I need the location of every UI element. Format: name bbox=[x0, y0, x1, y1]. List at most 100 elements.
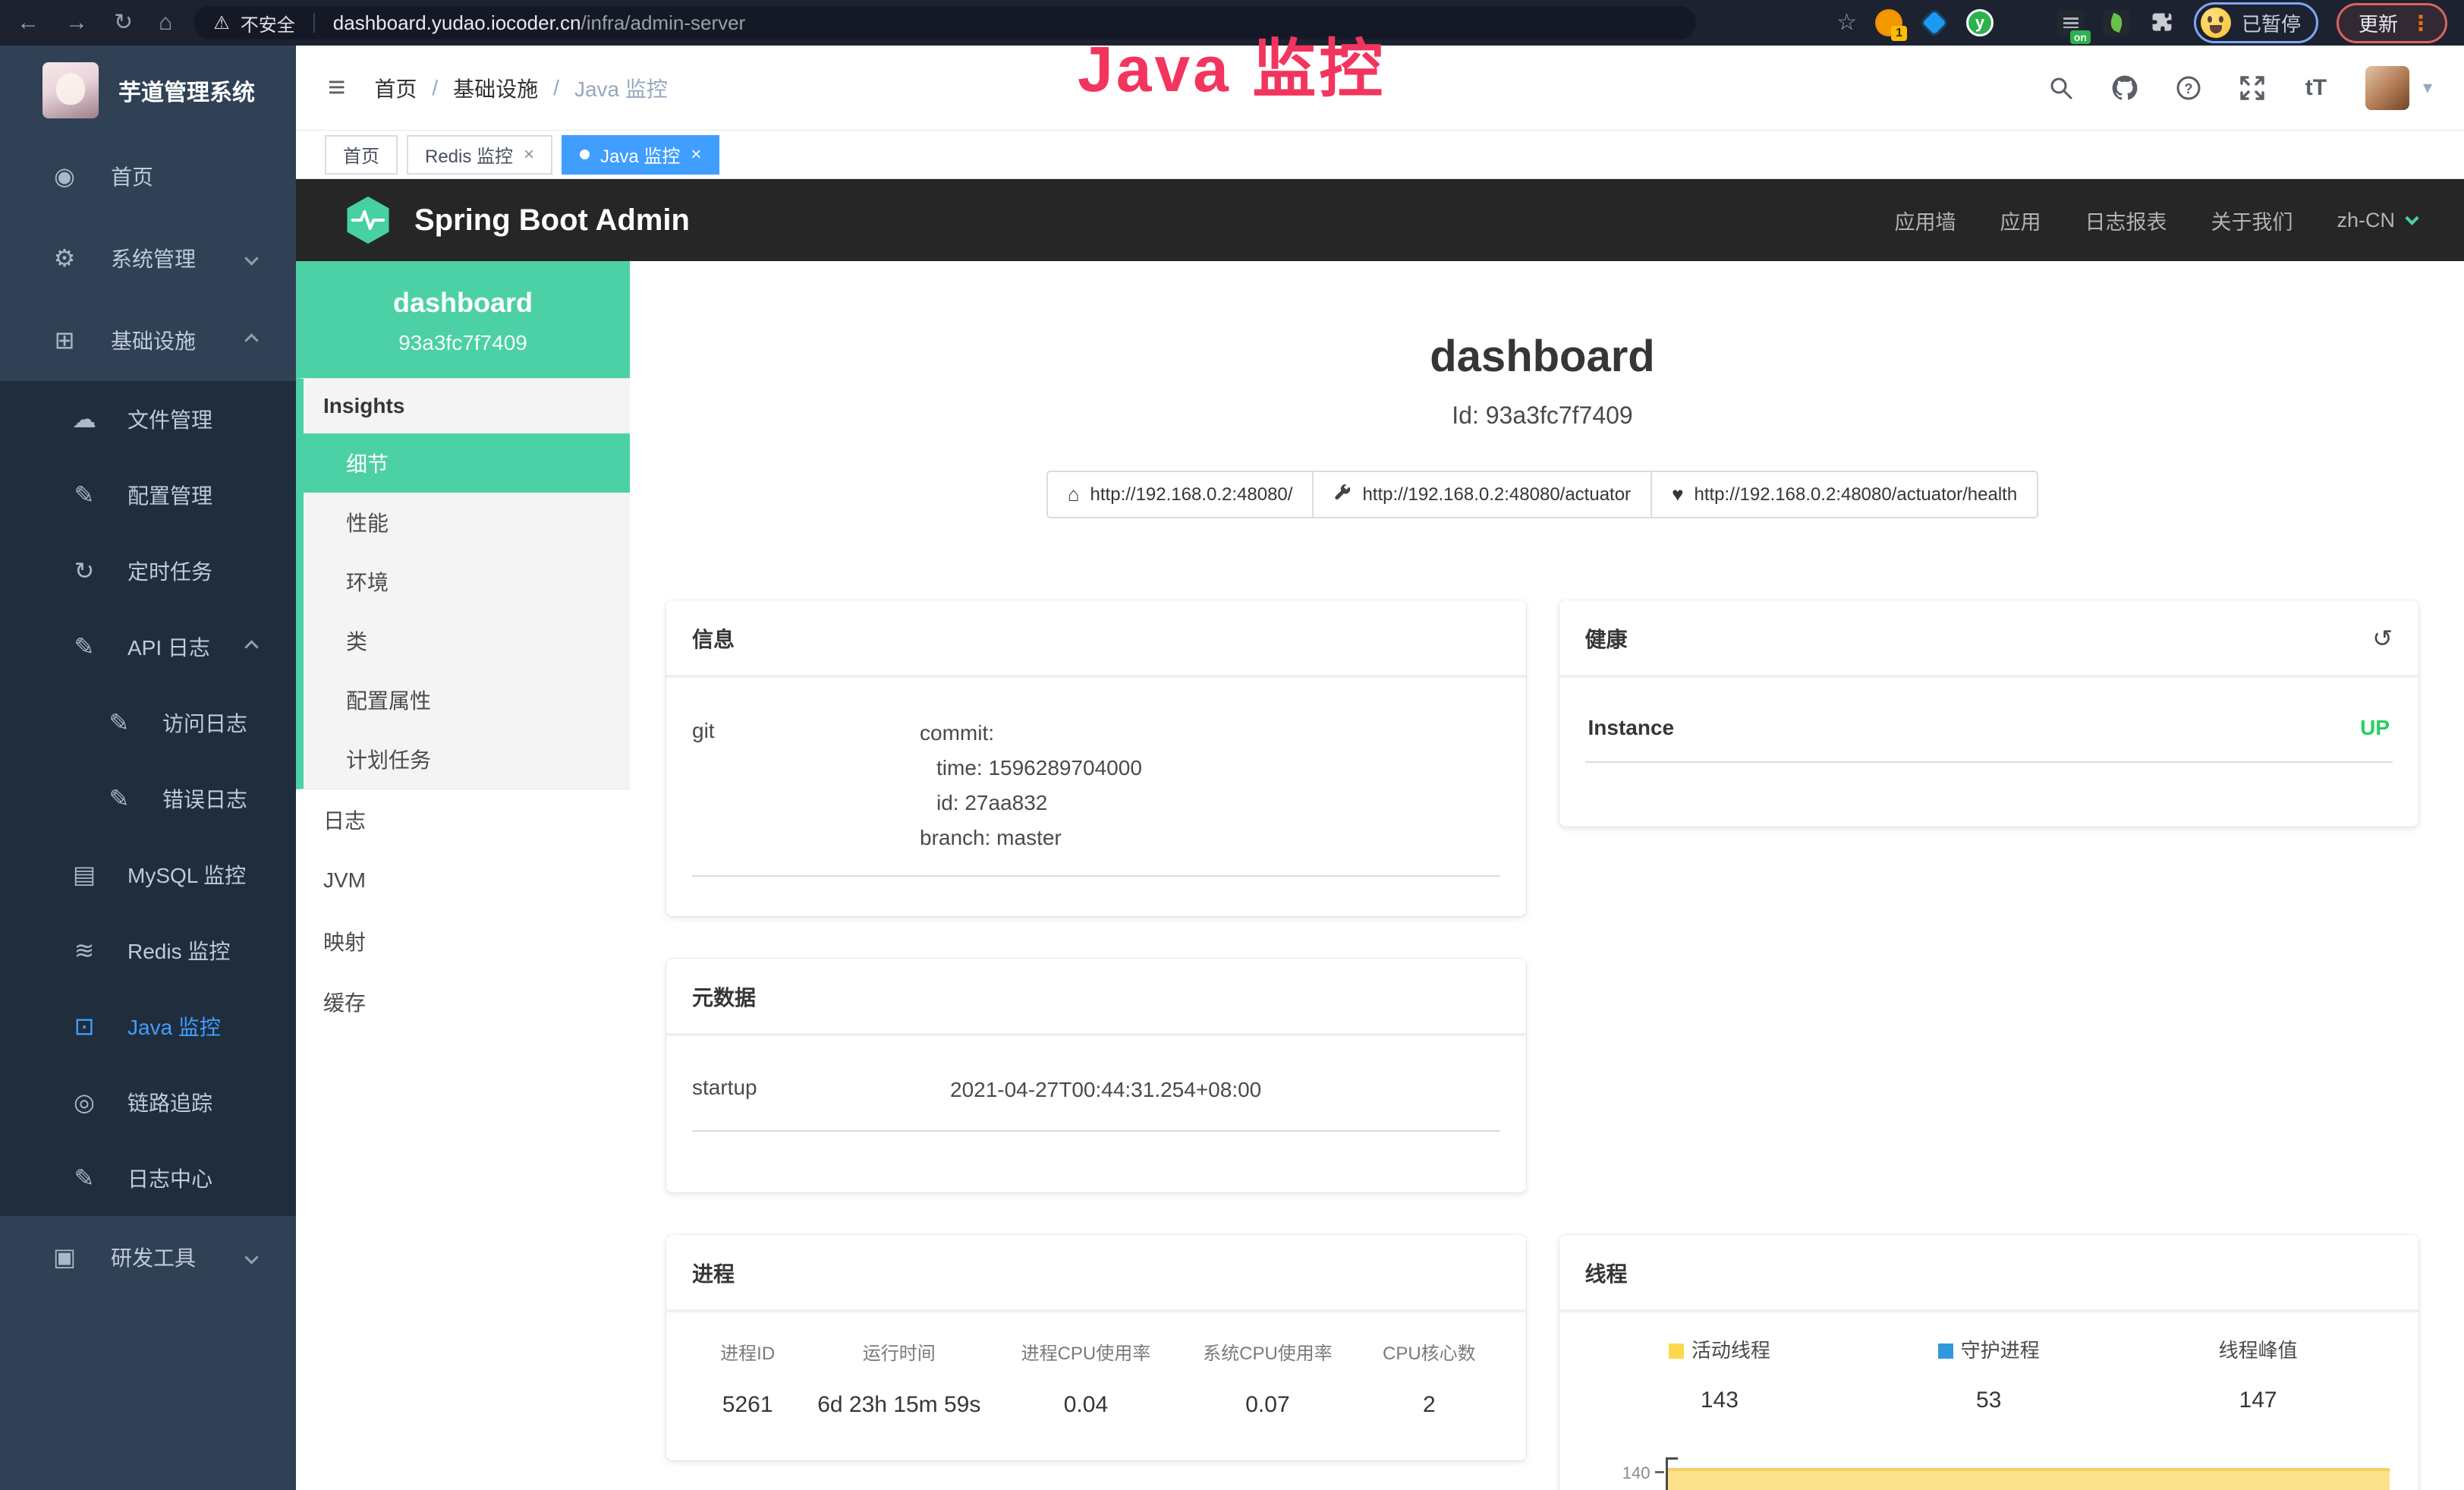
breadcrumb-current: Java 监控 bbox=[574, 73, 668, 103]
instance-menu-jvm[interactable]: JVM bbox=[296, 850, 630, 911]
note-edit-icon: ✎ bbox=[105, 708, 134, 737]
sidebar-item-home[interactable]: ◉ 首页 bbox=[0, 135, 296, 217]
fullscreen-icon[interactable] bbox=[2238, 74, 2267, 102]
url-path: /infra/admin-server bbox=[581, 11, 745, 34]
annotation-java-monitor: Java 监控 bbox=[1078, 18, 1386, 110]
instance-menu-logging[interactable]: 日志 bbox=[296, 789, 630, 850]
info-key: git bbox=[692, 716, 920, 855]
back-icon[interactable]: ← bbox=[17, 11, 39, 34]
git-commit-line: commit: bbox=[920, 716, 1142, 751]
health-row-instance[interactable]: Instance UP bbox=[1585, 708, 2393, 763]
sba-nav-applications[interactable]: 应用 bbox=[2000, 206, 2041, 235]
extension-icon-leaf[interactable] bbox=[2103, 9, 2130, 36]
extension-icon-switch[interactable]: on bbox=[2057, 9, 2085, 36]
instance-menu-scheduled-tasks[interactable]: 计划任务 bbox=[304, 729, 630, 789]
sidebar-item-system[interactable]: ⚙ 系统管理 bbox=[0, 217, 296, 299]
info-value: commit: time: 1596289704000 id: 27aa832 … bbox=[920, 716, 1142, 855]
extension-badge: 1 bbox=[1891, 26, 1907, 41]
profile-paused-label: 已暂停 bbox=[2242, 9, 2301, 37]
sidebar-item-devtools[interactable]: ▣ 研发工具 bbox=[0, 1216, 296, 1298]
instance-menu-env[interactable]: 环境 bbox=[304, 552, 630, 611]
health-url-button[interactable]: ♥ http://192.168.0.2:48080/actuator/heal… bbox=[1651, 471, 2038, 518]
sidebar-item-infra[interactable]: ⊞ 基础设施 bbox=[0, 299, 296, 381]
database-icon: ▤ bbox=[70, 860, 99, 889]
tab-redis-monitor[interactable]: Redis 监控 × bbox=[407, 135, 552, 175]
github-icon[interactable] bbox=[2110, 74, 2139, 102]
kebab-menu-icon[interactable]: ⋮ bbox=[2410, 11, 2431, 36]
url-divider bbox=[313, 13, 315, 33]
instance-menu-metrics[interactable]: 性能 bbox=[304, 493, 630, 552]
sidebar-item-mysql-monitor[interactable]: ▤ MySQL 监控 bbox=[0, 836, 296, 912]
home-icon[interactable]: ⌂ bbox=[159, 11, 172, 34]
search-icon[interactable] bbox=[2047, 74, 2075, 102]
process-col-process-cpu: 进程CPU使用率 bbox=[995, 1338, 1177, 1365]
browser-nav: ← → ↻ ⌂ bbox=[17, 11, 172, 34]
instance-menu-caches[interactable]: 缓存 bbox=[296, 972, 630, 1032]
url-bar[interactable]: ⚠ 不安全 dashboard.yudao.iocoder.cn/infra/a… bbox=[194, 6, 1696, 39]
chevron-up-icon bbox=[244, 640, 258, 654]
info-card-body: git commit: time: 1596289704000 id: 27aa… bbox=[666, 678, 1526, 916]
close-icon[interactable]: × bbox=[691, 144, 701, 165]
sba-nav-wallboard[interactable]: 应用墙 bbox=[1894, 206, 1956, 235]
edit-icon: ✎ bbox=[70, 480, 99, 509]
user-avatar[interactable] bbox=[2365, 66, 2409, 110]
cards-grid: 信息 git commit: time: 1596289704000 id: 2… bbox=[666, 600, 2418, 1490]
sidebar-item-trace[interactable]: ◎ 链路追踪 bbox=[0, 1064, 296, 1140]
sidebar-item-log-center[interactable]: ✎ 日志中心 bbox=[0, 1140, 296, 1216]
instance-id-line: Id: 93a3fc7f7409 bbox=[666, 402, 2418, 430]
breadcrumb-infra[interactable]: 基础设施 bbox=[453, 73, 538, 103]
sidebar-item-redis-monitor[interactable]: ≋ Redis 监控 bbox=[0, 912, 296, 988]
instance-menu-details[interactable]: 细节 bbox=[296, 433, 630, 493]
actuator-url-button[interactable]: http://192.168.0.2:48080/actuator bbox=[1312, 471, 1652, 518]
extensions-puzzle-icon[interactable] bbox=[2148, 9, 2176, 36]
instance-header[interactable]: dashboard 93a3fc7f7409 bbox=[296, 261, 630, 378]
eye-icon: ◎ bbox=[70, 1088, 99, 1117]
avatar-caret-icon[interactable]: ▾ bbox=[2423, 77, 2432, 99]
hamburger-icon[interactable]: ≡ bbox=[328, 71, 345, 105]
metadata-key: startup bbox=[692, 1073, 950, 1107]
card-title: 信息 bbox=[692, 623, 735, 654]
sba-nav-journal[interactable]: 日志报表 bbox=[2085, 206, 2167, 235]
sba-locale-select[interactable]: zh-CN bbox=[2337, 209, 2417, 232]
spring-boot-admin-header: Spring Boot Admin 应用墙 应用 日志报表 关于我们 zh-CN bbox=[296, 179, 2464, 261]
sidebar-item-access-log[interactable]: ✎ 访问日志 bbox=[0, 685, 296, 761]
reload-icon[interactable]: ↻ bbox=[114, 11, 133, 34]
legend-swatch-blue bbox=[1938, 1344, 1953, 1359]
sidebar-item-file-manage[interactable]: ☁ 文件管理 bbox=[0, 381, 296, 457]
service-url-button[interactable]: ⌂ http://192.168.0.2:48080/ bbox=[1046, 471, 1314, 518]
extension-icon-grid[interactable] bbox=[2012, 9, 2039, 36]
forward-icon[interactable]: → bbox=[65, 11, 88, 34]
spring-boot-admin-title[interactable]: Spring Boot Admin bbox=[414, 203, 690, 238]
spring-boot-admin-logo[interactable] bbox=[343, 195, 393, 245]
monitor-icon: ⊞ bbox=[50, 326, 79, 354]
help-icon[interactable]: ? bbox=[2174, 74, 2203, 102]
git-branch-line: branch: master bbox=[920, 821, 1142, 855]
sidebar-item-api-log[interactable]: ✎ API 日志 bbox=[0, 609, 296, 685]
sidebar-item-java-monitor[interactable]: ⊡ Java 监控 bbox=[0, 988, 296, 1064]
sba-nav-about[interactable]: 关于我们 bbox=[2211, 206, 2292, 235]
browser-profile-chip[interactable]: 已暂停 bbox=[2194, 2, 2318, 43]
app-sidebar: 芋道管理系统 ◉ 首页 ⚙ 系统管理 ⊞ 基础设施 ☁ 文件管理 bbox=[0, 46, 296, 1490]
browser-update-button[interactable]: 更新 ⋮ bbox=[2337, 3, 2447, 43]
security-label: 不安全 bbox=[241, 10, 295, 36]
status-badge-up: UP bbox=[2360, 716, 2390, 740]
legend-item-daemon: 守护进程 53 bbox=[1854, 1335, 2123, 1413]
close-icon[interactable]: × bbox=[524, 144, 534, 165]
extension-icon-pin[interactable] bbox=[1921, 9, 1948, 36]
tab-java-monitor[interactable]: Java 监控 × bbox=[562, 135, 719, 175]
instance-menu-classes[interactable]: 类 bbox=[304, 611, 630, 670]
sidebar-item-cron-job[interactable]: ↻ 定时任务 bbox=[0, 533, 296, 609]
toolbox-icon: ▣ bbox=[50, 1243, 79, 1271]
instance-menu-configprops[interactable]: 配置属性 bbox=[304, 670, 630, 729]
sidebar-item-error-log[interactable]: ✎ 错误日志 bbox=[0, 761, 296, 836]
extension-icon-y[interactable]: y bbox=[1966, 9, 1994, 36]
extension-icon-orange[interactable]: 1 bbox=[1875, 9, 1902, 36]
breadcrumb-home[interactable]: 首页 bbox=[374, 73, 417, 103]
instance-menu-mappings[interactable]: 映射 bbox=[296, 911, 630, 972]
sidebar-item-config-manage[interactable]: ✎ 配置管理 bbox=[0, 457, 296, 533]
sidebar-item-label: 链路追踪 bbox=[127, 1087, 212, 1117]
history-icon[interactable]: ↺ bbox=[2372, 624, 2393, 653]
font-size-icon[interactable]: tT bbox=[2302, 74, 2330, 102]
tab-home[interactable]: 首页 bbox=[325, 135, 398, 175]
bookmark-star-icon[interactable]: ☆ bbox=[1836, 11, 1857, 34]
